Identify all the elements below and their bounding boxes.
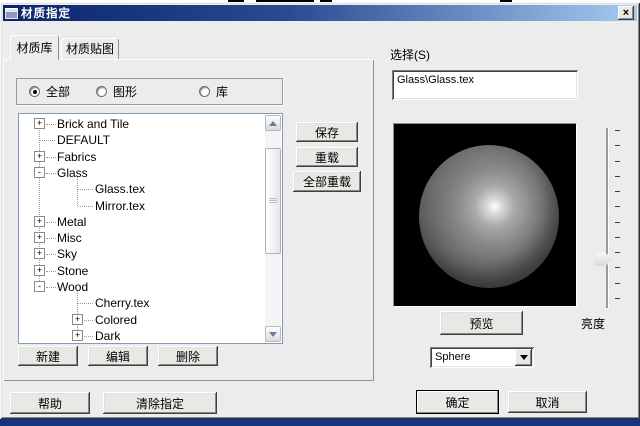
dialog-title: 材质指定 <box>21 8 71 20</box>
brightness-slider-track[interactable] <box>606 128 608 308</box>
close-icon[interactable]: × <box>618 6 634 20</box>
brightness-tick <box>615 237 620 238</box>
shape-select[interactable]: Sphere <box>430 347 534 368</box>
tree-toggle-icon[interactable]: + <box>34 216 45 227</box>
filter-group: 全部 图形 库 <box>16 78 283 105</box>
titlebar[interactable]: 材质指定 × <box>3 5 637 21</box>
radio-library[interactable]: 库 <box>199 83 228 100</box>
brightness-tick <box>615 191 620 192</box>
tree-scrollbar[interactable] <box>265 115 281 342</box>
scroll-down-icon[interactable] <box>265 326 281 342</box>
radio-all[interactable]: 全部 <box>29 83 70 100</box>
screen: 材质指定 × 材质库 材质贴图 全部 图形 库 + Brick and Tile… <box>0 0 640 426</box>
material-preview <box>393 123 577 307</box>
tree-row[interactable]: + Sky <box>19 246 265 262</box>
tree-row[interactable]: + Metal <box>19 214 265 230</box>
tree-toggle-icon[interactable]: + <box>72 330 83 341</box>
tree-row[interactable]: Glass.tex <box>19 181 265 197</box>
brightness-tick <box>615 206 620 207</box>
dialog-icon <box>5 7 18 19</box>
chevron-down-icon[interactable] <box>515 349 532 366</box>
tree-toggle-icon[interactable]: + <box>34 248 45 259</box>
brightness-tick <box>615 252 620 253</box>
selection-input[interactable] <box>392 70 578 100</box>
tree-row[interactable]: DEFAULT <box>19 132 265 148</box>
tree-row[interactable]: + Brick and Tile <box>19 116 265 132</box>
brightness-slider-thumb[interactable] <box>595 253 612 266</box>
tree-row[interactable]: Mirror.tex <box>19 198 265 214</box>
radio-graphic-label: 图形 <box>113 85 138 99</box>
radio-all-label: 全部 <box>46 85 71 99</box>
new-button[interactable]: 新建 <box>18 346 78 366</box>
radio-graphic-circle <box>96 86 107 97</box>
tab-material-library[interactable]: 材质库 <box>10 35 59 60</box>
tree-toggle-icon[interactable]: + <box>34 151 45 162</box>
preview-sphere <box>419 145 559 288</box>
clear-assignment-button[interactable]: 清除指定 <box>103 392 217 414</box>
radio-all-circle <box>29 86 40 97</box>
brightness-tick <box>615 130 620 131</box>
tree-row[interactable]: - Glass <box>19 165 265 181</box>
brightness-tick <box>615 283 620 284</box>
radio-graphic[interactable]: 图形 <box>96 83 137 100</box>
delete-button[interactable]: 删除 <box>158 346 218 366</box>
edit-button[interactable]: 编辑 <box>88 346 148 366</box>
tree-toggle-icon[interactable]: + <box>34 118 45 129</box>
radio-library-label: 库 <box>216 85 229 99</box>
brightness-tick <box>615 298 620 299</box>
brightness-tick <box>615 222 620 223</box>
tree-toggle-icon[interactable]: - <box>34 167 45 178</box>
reload-all-button[interactable]: 全部重载 <box>293 171 361 192</box>
selection-label: 选择(S) <box>390 48 430 62</box>
tree-row[interactable]: + Fabrics <box>19 149 265 165</box>
bottom-bar <box>0 419 640 426</box>
brightness-tick <box>615 145 620 146</box>
shape-select-value: Sphere <box>435 351 471 363</box>
tree-rows: + Brick and Tile DEFAULT + Fabrics - Gla… <box>19 114 265 343</box>
help-button[interactable]: 帮助 <box>10 392 90 414</box>
radio-library-circle <box>199 86 210 97</box>
material-library-page: 全部 图形 库 + Brick and Tile DEFAULT + Fabri… <box>3 59 374 381</box>
tree-toggle-icon[interactable]: + <box>34 265 45 276</box>
tree-toggle-icon[interactable]: - <box>34 281 45 292</box>
tree-row[interactable]: + Misc <box>19 230 265 246</box>
tree-row[interactable]: + Stone <box>19 263 265 279</box>
ok-button[interactable]: 确定 <box>416 390 499 414</box>
brightness-tick <box>615 161 620 162</box>
tree-toggle-icon[interactable]: + <box>34 232 45 243</box>
scrollbar-thumb[interactable] <box>265 148 281 254</box>
tree-row[interactable]: Cherry.tex <box>19 295 265 311</box>
brightness-tick <box>615 176 620 177</box>
material-assignment-dialog: 材质指定 × 材质库 材质贴图 全部 图形 库 + Brick and Tile… <box>0 2 640 419</box>
reload-button[interactable]: 重载 <box>296 147 358 167</box>
brightness-label: 亮度 <box>581 317 606 331</box>
tree-toggle-icon[interactable]: + <box>72 314 83 325</box>
preview-button[interactable]: 预览 <box>440 311 523 335</box>
scroll-up-icon[interactable] <box>265 115 281 131</box>
brightness-tick <box>615 267 620 268</box>
tree-row[interactable]: + Colored <box>19 312 265 328</box>
save-button[interactable]: 保存 <box>296 122 358 142</box>
tab-material-map[interactable]: 材质贴图 <box>61 38 119 59</box>
material-tree[interactable]: + Brick and Tile DEFAULT + Fabrics - Gla… <box>18 113 283 344</box>
tree-row[interactable]: + Dark <box>19 328 265 343</box>
tree-row[interactable]: - Wood <box>19 279 265 295</box>
cancel-button[interactable]: 取消 <box>508 391 587 413</box>
